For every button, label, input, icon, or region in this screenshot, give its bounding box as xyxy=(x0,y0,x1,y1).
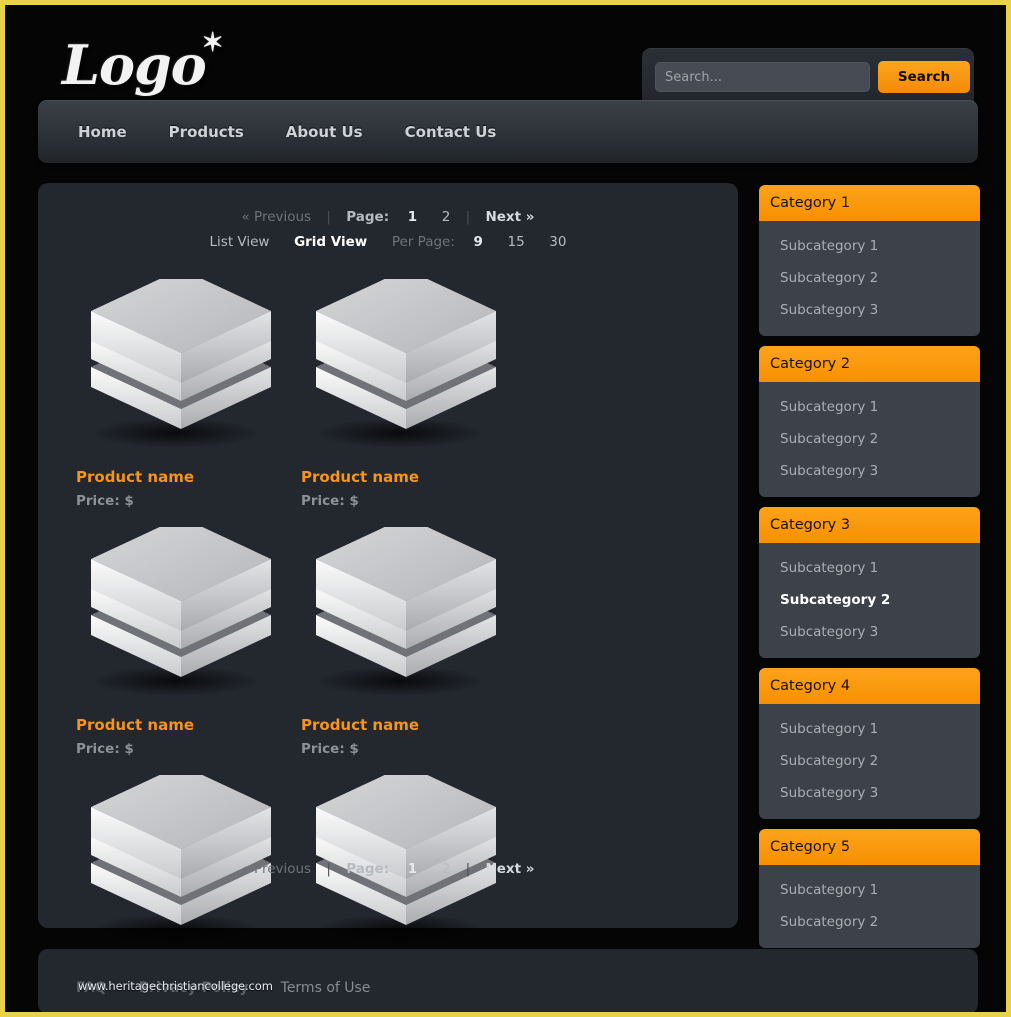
per-page-label: Per Page: xyxy=(391,234,455,250)
category-sidebar: Category 1 Subcategory 1 Subcategory 2 S… xyxy=(759,185,980,958)
product-card[interactable]: Product name Price: $ xyxy=(301,519,526,757)
previous-link-top[interactable]: « Previous xyxy=(241,209,311,225)
previous-link-bottom[interactable]: « Previous xyxy=(241,861,311,877)
page-root: Logo✶ Search Home Products About Us Cont… xyxy=(5,5,1006,1012)
product-name[interactable]: Product name xyxy=(76,716,301,734)
product-thumbnail[interactable] xyxy=(76,767,286,952)
subcategory-item[interactable]: Subcategory 3 xyxy=(759,455,980,487)
stacked-boxes-icon xyxy=(316,279,496,429)
product-name[interactable]: Product name xyxy=(76,468,301,486)
logo-text: Logo xyxy=(62,33,207,97)
subcategory-item[interactable]: Subcategory 2 xyxy=(759,745,980,777)
subcategory-item[interactable]: Subcategory 3 xyxy=(759,294,980,326)
product-price: Price: $ xyxy=(76,493,134,509)
product-grid: Product name Price: $ Product name Price… xyxy=(76,271,701,1012)
product-price: Price: $ xyxy=(301,741,359,757)
site-footer: FAQ Privacy Policy Terms of Use www.heri… xyxy=(38,949,978,1012)
subcategory-item[interactable]: Subcategory 2 xyxy=(759,906,980,938)
subcategory-list: Subcategory 1 Subcategory 2 Subcategory … xyxy=(759,382,980,497)
subcategory-item-selected[interactable]: Subcategory 2 xyxy=(759,584,980,616)
list-view-toggle[interactable]: List View xyxy=(210,234,270,250)
page-label-top: Page: xyxy=(346,209,390,225)
product-thumbnail[interactable] xyxy=(301,271,511,456)
pager-divider-3: | xyxy=(326,861,331,877)
category-header-4[interactable]: Category 4 xyxy=(759,668,980,704)
pager-divider-4: | xyxy=(465,861,471,877)
subcategory-item[interactable]: Subcategory 3 xyxy=(759,616,980,648)
product-card[interactable]: Product name Price: $ xyxy=(301,271,526,509)
product-thumbnail[interactable] xyxy=(76,519,286,704)
stacked-boxes-icon xyxy=(91,775,271,925)
product-name[interactable]: Product name xyxy=(301,716,526,734)
pager-divider-2: | xyxy=(465,209,471,225)
product-price: Price: $ xyxy=(76,741,134,757)
subcategory-item[interactable]: Subcategory 2 xyxy=(759,262,980,294)
category-block: Category 2 Subcategory 1 Subcategory 2 S… xyxy=(759,346,980,497)
site-logo[interactable]: Logo✶ xyxy=(62,19,224,99)
product-price: Price: $ xyxy=(301,493,359,509)
product-thumbnail[interactable] xyxy=(76,271,286,456)
category-header-3[interactable]: Category 3 xyxy=(759,507,980,543)
view-options-bar: List View Grid View Per Page: 9 15 30 xyxy=(38,225,738,250)
product-thumbnail[interactable] xyxy=(301,767,511,952)
subcategory-item[interactable]: Subcategory 3 xyxy=(759,777,980,809)
stacked-boxes-icon xyxy=(91,279,271,429)
search-input[interactable] xyxy=(655,62,870,92)
stacked-boxes-icon xyxy=(316,775,496,925)
subcategory-item[interactable]: Subcategory 2 xyxy=(759,423,980,455)
pager-divider: | xyxy=(326,209,331,225)
main-navigation: Home Products About Us Contact Us xyxy=(38,100,978,163)
subcategory-item[interactable]: Subcategory 1 xyxy=(759,874,980,906)
nav-item-products[interactable]: Products xyxy=(169,123,244,141)
footer-link-terms-of-use[interactable]: Terms of Use xyxy=(281,980,371,996)
subcategory-list: Subcategory 1 Subcategory 2 Subcategory … xyxy=(759,543,980,658)
subcategory-list: Subcategory 1 Subcategory 2 Subcategory … xyxy=(759,704,980,819)
subcategory-item[interactable]: Subcategory 1 xyxy=(759,552,980,584)
grid-view-toggle[interactable]: Grid View xyxy=(294,234,367,250)
pagination-bottom-wrap: « Previous | Page: 1 2 | Next » xyxy=(38,861,738,877)
subcategory-list: Subcategory 1 Subcategory 2 Subcategory … xyxy=(759,221,980,336)
category-block: Category 4 Subcategory 1 Subcategory 2 S… xyxy=(759,668,980,819)
page-number-1-top[interactable]: 1 xyxy=(408,209,417,225)
subcategory-item[interactable]: Subcategory 1 xyxy=(759,230,980,262)
product-card[interactable]: Product name Price: $ xyxy=(76,271,301,509)
category-header-1[interactable]: Category 1 xyxy=(759,185,980,221)
nav-item-home[interactable]: Home xyxy=(78,123,127,141)
next-link-top[interactable]: Next » xyxy=(485,209,534,225)
category-block: Category 1 Subcategory 1 Subcategory 2 S… xyxy=(759,185,980,336)
product-card[interactable]: Product name Price: $ xyxy=(76,519,301,757)
product-listing-panel: « Previous | Page: 1 2 | Next » List Vie… xyxy=(38,183,738,1005)
subcategory-item[interactable]: Subcategory 1 xyxy=(759,713,980,745)
nav-item-about-us[interactable]: About Us xyxy=(286,123,363,141)
footer-link-faq[interactable]: FAQ xyxy=(76,980,107,996)
page-label-bottom: Page: xyxy=(346,861,390,877)
footer-links: FAQ Privacy Policy Terms of Use xyxy=(76,977,397,996)
page-number-2-top[interactable]: 2 xyxy=(442,209,451,225)
per-page-option-9[interactable]: 9 xyxy=(474,234,483,250)
nav-item-contact-us[interactable]: Contact Us xyxy=(405,123,497,141)
per-page-option-15[interactable]: 15 xyxy=(508,234,525,250)
product-thumbnail[interactable] xyxy=(301,519,511,704)
stacked-boxes-icon xyxy=(91,527,271,677)
subcategory-list: Subcategory 1 Subcategory 2 xyxy=(759,865,980,948)
category-header-2[interactable]: Category 2 xyxy=(759,346,980,382)
stacked-boxes-icon xyxy=(316,527,496,677)
subcategory-item[interactable]: Subcategory 1 xyxy=(759,391,980,423)
sparkle-icon: ✶ xyxy=(201,28,224,58)
next-link-bottom[interactable]: Next » xyxy=(485,861,534,877)
category-block: Category 3 Subcategory 1 Subcategory 2 S… xyxy=(759,507,980,658)
site-header: Logo✶ Search Home Products About Us Cont… xyxy=(5,5,1006,163)
per-page-option-30[interactable]: 30 xyxy=(549,234,566,250)
pagination-bottom: « Previous | Page: 1 2 | Next » xyxy=(38,861,738,877)
pagination-top: « Previous | Page: 1 2 | Next » xyxy=(38,183,738,225)
category-block: Category 5 Subcategory 1 Subcategory 2 xyxy=(759,829,980,948)
category-header-5[interactable]: Category 5 xyxy=(759,829,980,865)
product-name[interactable]: Product name xyxy=(301,468,526,486)
search-button[interactable]: Search xyxy=(878,61,970,93)
footer-link-privacy-policy[interactable]: Privacy Policy xyxy=(139,980,249,996)
page-number-1-bottom[interactable]: 1 xyxy=(408,861,417,877)
page-number-2-bottom[interactable]: 2 xyxy=(442,861,451,877)
